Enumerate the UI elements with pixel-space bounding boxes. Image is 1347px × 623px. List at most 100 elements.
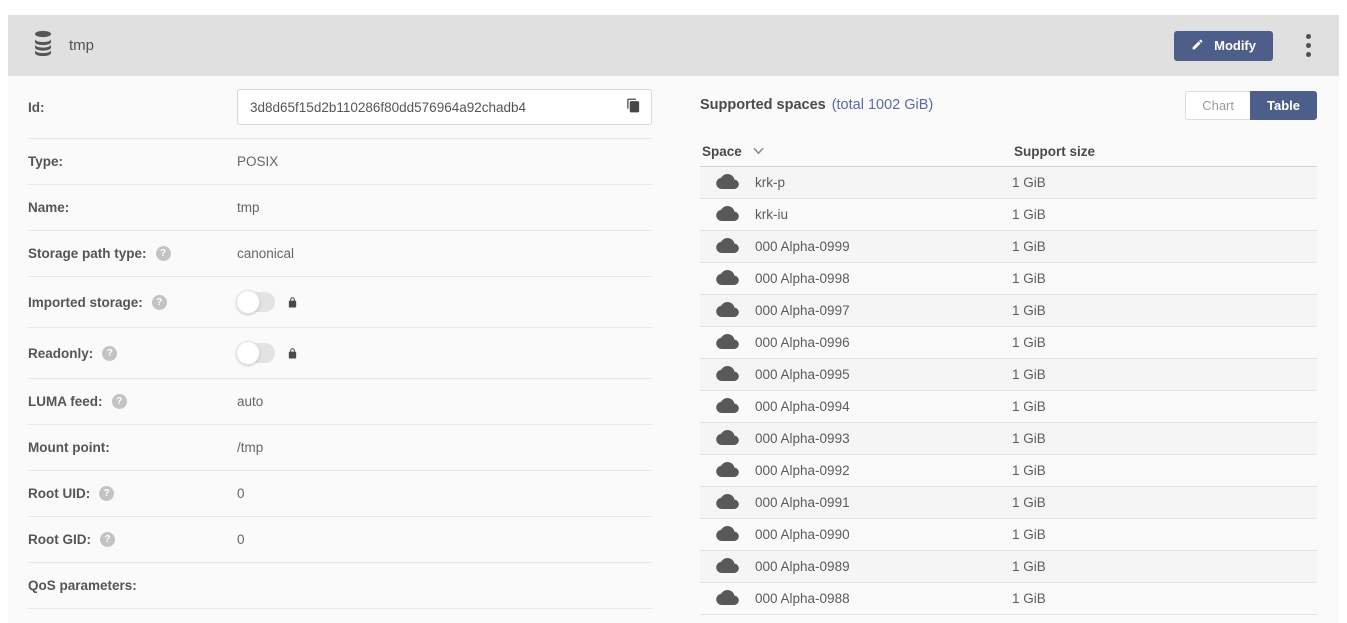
- space-row: 000 Alpha-0988 1 GiB: [700, 583, 1317, 615]
- detail-row-type: Type: POSIX: [28, 139, 652, 185]
- space-icon-cell: [700, 551, 755, 583]
- space-row: 000 Alpha-0989 1 GiB: [700, 551, 1317, 583]
- cloud-icon: [716, 589, 755, 608]
- modify-button-label: Modify: [1214, 38, 1256, 53]
- copy-icon: [626, 98, 641, 116]
- chart-view-button[interactable]: Chart: [1185, 91, 1250, 120]
- help-icon[interactable]: ?: [156, 246, 171, 261]
- cloud-icon: [716, 525, 755, 544]
- space-support-size: 1 GiB: [1012, 231, 1317, 263]
- space-name: 000 Alpha-0990: [755, 519, 1012, 551]
- space-name: 000 Alpha-0995: [755, 359, 1012, 391]
- space-row: 000 Alpha-0999 1 GiB: [700, 231, 1317, 263]
- detail-label-text: Imported storage:: [28, 295, 143, 310]
- table-header-row: Space Support size: [700, 142, 1317, 167]
- supported-spaces-table: Space Support size: [700, 142, 1317, 615]
- space-row: 000 Alpha-0990 1 GiB: [700, 519, 1317, 551]
- space-support-size: 1 GiB: [1012, 199, 1317, 231]
- detail-label: Storage path type: ?: [28, 246, 237, 261]
- cloud-icon: [716, 461, 755, 480]
- space-icon-cell: [700, 359, 755, 391]
- detail-row-storage-path-type: Storage path type: ? canonical: [28, 231, 652, 277]
- space-name: krk-iu: [755, 199, 1012, 231]
- supported-spaces-total: (total 1002 GiB): [832, 97, 934, 113]
- space-icon-cell: [700, 327, 755, 359]
- detail-row-mount-point: Mount point: /tmp: [28, 425, 652, 471]
- space-support-size: 1 GiB: [1012, 327, 1317, 359]
- space-row: krk-iu 1 GiB: [700, 199, 1317, 231]
- space-name: 000 Alpha-0991: [755, 487, 1012, 519]
- space-name: 000 Alpha-0988: [755, 583, 1012, 615]
- lock-icon: [287, 296, 298, 309]
- cloud-icon: [716, 397, 755, 416]
- space-row: krk-p 1 GiB: [700, 167, 1317, 199]
- space-row: 000 Alpha-0991 1 GiB: [700, 487, 1317, 519]
- detail-row-name: Name: tmp: [28, 185, 652, 231]
- detail-value: /tmp: [237, 440, 263, 455]
- storage-header-bar: tmp Modify: [8, 15, 1339, 76]
- copy-id-button[interactable]: [615, 90, 651, 124]
- help-icon[interactable]: ?: [112, 394, 127, 409]
- detail-value: 0: [237, 486, 245, 501]
- space-support-size: 1 GiB: [1012, 519, 1317, 551]
- detail-label-text: QoS parameters:: [28, 578, 137, 593]
- space-row: 000 Alpha-0993 1 GiB: [700, 423, 1317, 455]
- details-list: Id: Type: POSIX Name:: [28, 76, 652, 623]
- cloud-icon: [716, 301, 755, 320]
- lock-icon: [287, 347, 298, 360]
- storage-title: tmp: [69, 37, 94, 54]
- column-header-support-size[interactable]: Support size: [1012, 142, 1317, 167]
- detail-value: POSIX: [237, 154, 278, 169]
- space-icon-cell: [700, 519, 755, 551]
- detail-row-root-uid: Root UID: ? 0: [28, 471, 652, 517]
- space-icon-cell: [700, 423, 755, 455]
- storage-id-input[interactable]: [238, 100, 615, 115]
- view-toggle-group: Chart Table: [1185, 91, 1317, 120]
- supported-spaces-section: Supported spaces (total 1002 GiB) Chart …: [700, 76, 1317, 623]
- space-row: 000 Alpha-0998 1 GiB: [700, 263, 1317, 295]
- space-row: 000 Alpha-0996 1 GiB: [700, 327, 1317, 359]
- help-icon[interactable]: ?: [102, 346, 117, 361]
- chevron-down-icon: [753, 143, 764, 158]
- help-icon[interactable]: ?: [152, 295, 167, 310]
- column-header-space[interactable]: Space: [700, 142, 1012, 167]
- detail-row-root-gid: Root GID: ? 0: [28, 517, 652, 563]
- detail-row-imported-storage: Imported storage: ?: [28, 277, 652, 328]
- modify-button[interactable]: Modify: [1174, 31, 1273, 61]
- detail-label: Root GID: ?: [28, 532, 237, 547]
- space-icon-cell: [700, 487, 755, 519]
- space-support-size: 1 GiB: [1012, 391, 1317, 423]
- detail-label-text: Root GID:: [28, 532, 91, 547]
- space-icon-cell: [700, 263, 755, 295]
- id-input-box: [237, 89, 652, 125]
- help-icon[interactable]: ?: [100, 532, 115, 547]
- help-icon[interactable]: ?: [99, 486, 114, 501]
- cloud-icon: [716, 269, 755, 288]
- imported-storage-toggle[interactable]: [237, 292, 275, 312]
- cloud-icon: [716, 237, 755, 256]
- detail-value: tmp: [237, 200, 260, 215]
- detail-label-text: Name:: [28, 200, 69, 215]
- table-view-button[interactable]: Table: [1250, 91, 1317, 120]
- space-support-size: 1 GiB: [1012, 295, 1317, 327]
- cloud-icon: [716, 365, 755, 384]
- detail-label: Type:: [28, 154, 237, 169]
- storage-details-panel: tmp Modify Id:: [8, 15, 1339, 623]
- detail-label: Mount point:: [28, 440, 237, 455]
- detail-row-luma-feed: LUMA feed: ? auto: [28, 379, 652, 425]
- cloud-icon: [716, 429, 755, 448]
- space-row: 000 Alpha-0997 1 GiB: [700, 295, 1317, 327]
- space-name: 000 Alpha-0992: [755, 455, 1012, 487]
- detail-label: Imported storage: ?: [28, 295, 237, 310]
- space-row: 000 Alpha-0995 1 GiB: [700, 359, 1317, 391]
- column-header-space-label: Space: [702, 144, 742, 159]
- space-row: 000 Alpha-0992 1 GiB: [700, 455, 1317, 487]
- space-name: 000 Alpha-0994: [755, 391, 1012, 423]
- detail-label-text: Id:: [28, 100, 45, 115]
- detail-label-text: LUMA feed:: [28, 394, 103, 409]
- space-name: 000 Alpha-0993: [755, 423, 1012, 455]
- more-options-menu[interactable]: [1300, 30, 1317, 61]
- detail-label-text: Readonly:: [28, 346, 93, 361]
- detail-label: QoS parameters:: [28, 578, 237, 593]
- readonly-toggle[interactable]: [237, 343, 275, 363]
